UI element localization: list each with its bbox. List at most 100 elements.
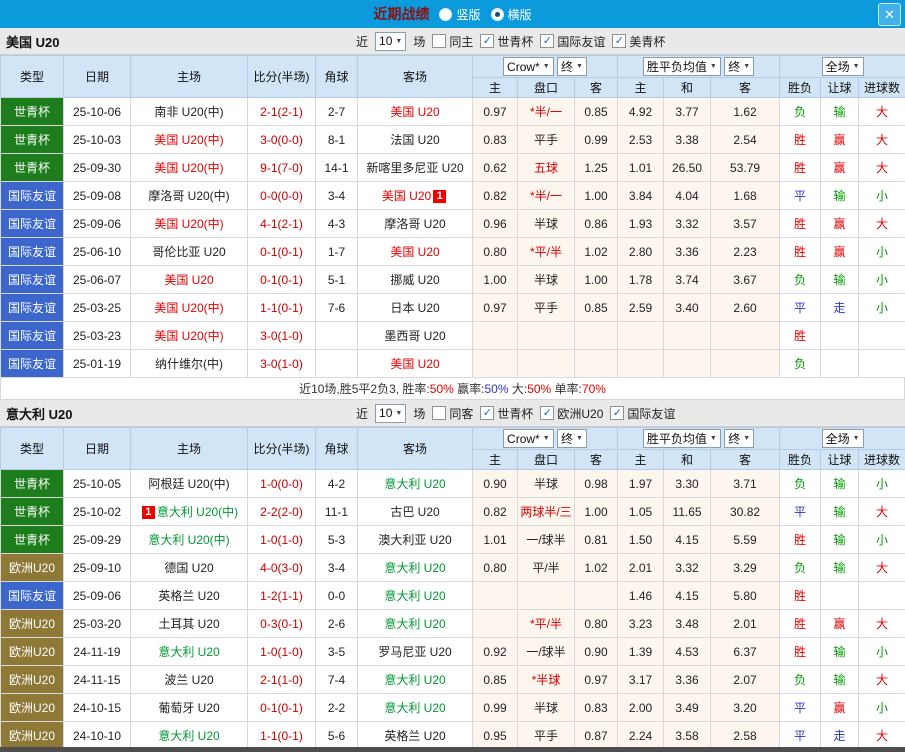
result-wdl-text: 平 — [794, 505, 807, 519]
corners: 7-4 — [315, 665, 358, 694]
handicap: 半球 — [517, 693, 575, 722]
result-handicap: 输 — [820, 265, 860, 294]
corners: 0-0 — [315, 581, 358, 610]
filter-checkbox-friendly[interactable]: ✓ 国际友谊 — [540, 33, 605, 50]
score-halftime: 4-0(3-0) — [247, 553, 316, 582]
score-halftime: 2-1(2-1) — [247, 97, 316, 126]
match-row: 欧洲U20 24-11-19 意大利 U20 1-0(1-0) 3-5 罗马尼亚 U20 0… — [0, 637, 905, 666]
result-wdl: 平 — [779, 721, 822, 750]
score-halftime: 1-0(1-0) — [247, 637, 316, 666]
filter-checkbox-euro-u20[interactable]: ✓ 欧洲U20 — [540, 405, 603, 422]
odds-home-text: 0.62 — [483, 160, 507, 175]
odds-home — [472, 581, 518, 610]
filter-checkbox-friendly[interactable]: ✓ 国际友谊 — [610, 405, 675, 422]
result-handicap: 输 — [820, 181, 860, 210]
avg-home-win: 1.93 — [617, 209, 665, 238]
odds-final-select[interactable]: 终 ▼ — [557, 428, 587, 448]
away-team: 罗马尼亚 U20 — [357, 637, 473, 666]
summary-segment: 赢率: — [453, 382, 485, 396]
home-team: 意大利 U20 — [130, 637, 248, 666]
fulltime-select[interactable]: 全场 ▼ — [821, 57, 864, 76]
score-halftime: 0-1(0-1) — [247, 265, 316, 294]
subheader-result-wdl: 胜负 — [779, 449, 822, 470]
avg-home-win-text: 1.93 — [628, 216, 653, 231]
subheader-result-handicap: 让球 — [820, 449, 860, 470]
odds-source-select[interactable]: Crow* ▼ — [503, 429, 554, 449]
result-wdl: 负 — [779, 469, 822, 498]
odds-away — [573, 581, 619, 610]
handicap-text: 平手 — [533, 301, 558, 315]
avg-away-win-text: 3.71 — [733, 476, 757, 491]
fulltime-select[interactable]: 全场 ▼ — [821, 429, 864, 448]
match-date: 25-10-05 — [63, 469, 131, 498]
filter-checkbox-same-home[interactable]: ✓同主 — [432, 33, 473, 50]
result-goals: 大 — [858, 97, 905, 126]
result-wdl: 平 — [779, 497, 822, 526]
score-halftime: 1-0(0-0) — [247, 469, 316, 498]
recent-count-select[interactable]: 10 ▼ — [375, 31, 407, 51]
avg-away-win — [710, 321, 781, 350]
match-date-text: 25-09-29 — [72, 532, 122, 547]
radio-horizontal-layout[interactable]: 横版 — [490, 6, 532, 23]
mean-final-select[interactable]: 终 ▼ — [724, 429, 755, 448]
result-goals-text: 大 — [876, 561, 889, 575]
match-date-text: 25-01-19 — [72, 356, 122, 371]
checkbox-box: ✓ — [612, 34, 627, 48]
home-team: 美国 U20(中) — [130, 153, 248, 182]
home-team: 美国 U20(中) — [130, 125, 248, 154]
filter-checkbox-worldyouth[interactable]: ✓ 世青杯 — [480, 33, 533, 50]
checkbox-label: 美青杯 — [629, 34, 666, 49]
mean-final-select[interactable]: 终 ▼ — [724, 57, 755, 76]
score-halftime: 0-1(0-1) — [247, 237, 316, 266]
avg-away-win-text: 2.07 — [733, 672, 757, 687]
match-row: 世青杯 25-09-30 美国 U20(中) 9-1(7-0) 14-1 新喀里多尼亚 U… — [0, 153, 905, 182]
avg-draw-text: 26.50 — [672, 160, 703, 175]
odds-source-select[interactable]: Crow* ▼ — [503, 57, 554, 77]
filter-checkbox-worldyouth[interactable]: ✓ 世青杯 — [480, 405, 533, 422]
away-team: 澳大利亚 U20 — [357, 525, 473, 554]
matches-body: 世青杯 25-10-05 阿根廷 U20(中) 1-0(0-0) 4-2 意大利 U20 0… — [0, 469, 905, 750]
odds-home-text: 0.80 — [483, 560, 507, 575]
score-halftime-text: 4-1(2-1) — [260, 216, 303, 231]
filter-checkbox-same-away[interactable]: ✓同客 — [432, 405, 473, 422]
avg-away-win-text: 3.29 — [733, 560, 757, 575]
away-team: 挪威 U20 — [357, 265, 473, 294]
odds-away: 1.02 — [573, 237, 619, 266]
odds-home: 0.83 — [472, 125, 518, 154]
summary-segment: 70% — [581, 381, 606, 396]
dropdown-arrow-icon: ▼ — [743, 435, 751, 442]
close-button[interactable]: ✕ — [878, 3, 901, 26]
home-team: 纳什维尔(中) — [130, 349, 248, 378]
match-type-badge-text: 欧洲U20 — [8, 729, 55, 743]
radio-vertical-layout[interactable]: 竖版 — [439, 6, 481, 23]
match-type-badge-text: 国际友谊 — [7, 589, 56, 603]
filter-checkbox-concacaf[interactable]: ✓ 美青杯 — [612, 33, 665, 50]
result-goals: 大 — [858, 497, 905, 526]
mean-select[interactable]: 胜平负均值 ▼ — [642, 57, 721, 76]
avg-home-win-text: 4.92 — [628, 104, 653, 119]
result-wdl: 胜 — [779, 321, 822, 350]
match-date-text: 25-10-05 — [72, 476, 122, 491]
recent-count-select[interactable]: 10 ▼ — [375, 403, 407, 423]
corners-text: 11-1 — [324, 504, 349, 519]
subheader-mean-draw: 和 — [663, 77, 712, 98]
match-date: 24-10-15 — [63, 693, 131, 722]
odds-away: 0.83 — [573, 693, 619, 722]
result-wdl-text: 平 — [794, 301, 807, 315]
avg-away-win: 1.68 — [710, 181, 781, 210]
avg-home-win-text: 2.24 — [628, 728, 653, 743]
odds-final-select[interactable]: 终 ▼ — [557, 56, 587, 76]
home-team: 葡萄牙 U20 — [130, 693, 248, 722]
check-icon: ✓ — [482, 407, 492, 419]
corners — [315, 321, 358, 350]
result-handicap-text: 赢 — [833, 133, 846, 147]
corners-text: 7-6 — [327, 300, 346, 315]
result-wdl: 平 — [779, 181, 822, 210]
avg-draw: 3.36 — [663, 665, 712, 694]
result-handicap: 输 — [820, 637, 860, 666]
mean-select[interactable]: 胜平负均值 ▼ — [642, 429, 721, 448]
match-row: 世青杯 25-10-03 美国 U20(中) 3-0(0-0) 8-1 法国 U20 0.8… — [0, 125, 905, 154]
match-date: 25-09-08 — [63, 181, 131, 210]
odds-home — [472, 609, 518, 638]
avg-away-win: 3.29 — [710, 553, 781, 582]
